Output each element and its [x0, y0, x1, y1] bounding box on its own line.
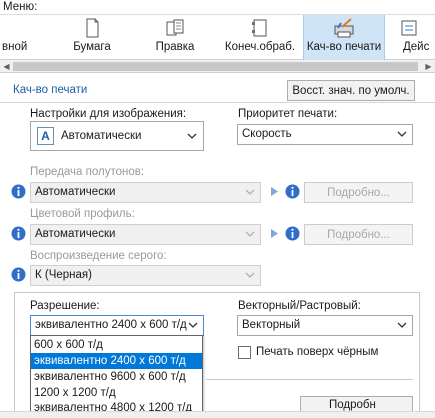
halftone-label: Передача полутонов: [30, 166, 145, 178]
resolution-value: эквивалентно 2400 x 600 т/д [35, 319, 187, 331]
tab-print-quality-label: Кач-во печати [306, 41, 382, 53]
resolution-option[interactable]: эквивалентно 9600 x 600 т/д [31, 369, 202, 385]
print-priority-select[interactable]: Скорость [237, 124, 413, 145]
edit-pages-icon [166, 19, 184, 36]
resolution-select[interactable]: эквивалентно 2400 x 600 т/д [30, 315, 204, 336]
color-profile-value: Автоматически [35, 228, 116, 240]
tab-finishing[interactable]: Конеч.обраб. [218, 15, 302, 60]
halftone-select[interactable]: Автоматически [30, 182, 261, 203]
print-over-black-label: Печать поверх чёрным [256, 346, 379, 358]
tab-edit[interactable]: Правка [140, 15, 210, 60]
resolution-dropdown-list: 600 x 600 т/д эквивалентно 2400 x 600 т/… [30, 335, 203, 416]
vector-raster-value: Векторный [242, 319, 301, 331]
tab-basic[interactable]: вной [0, 15, 40, 60]
resolution-option[interactable]: 1200 x 1200 т/д [31, 385, 202, 401]
gray-reproduction-label: Воспроизведение серого: [30, 250, 167, 262]
info-icon[interactable] [285, 226, 300, 241]
chevron-down-icon [245, 231, 255, 237]
chevron-down-icon [397, 322, 407, 328]
color-profile-select[interactable]: Автоматически [30, 224, 261, 245]
gray-reproduction-select[interactable]: К (Черная) [30, 265, 261, 286]
settings-tabbar: вной Бумага Правка Конеч.обраб. Кач-во п… [0, 14, 435, 60]
vector-raster-select[interactable]: Векторный [237, 315, 413, 336]
print-quality-icon [334, 18, 354, 38]
scrollbar-thumb[interactable] [13, 62, 418, 71]
info-icon[interactable] [11, 226, 26, 241]
info-icon[interactable] [285, 184, 300, 199]
tab-edit-label: Правка [155, 41, 195, 53]
halftone-details-button[interactable]: Подробно... [304, 182, 413, 203]
resolution-option[interactable]: 600 x 600 т/д [31, 337, 202, 353]
section-title: Кач-во печати [13, 84, 88, 96]
section-header: Кач-во печати Восст. знач. по умолч. [0, 78, 435, 103]
actions-icon [401, 20, 417, 36]
color-profile-label: Цветовой профиль: [30, 208, 135, 220]
play-arrow-icon [271, 187, 278, 196]
finishing-icon [252, 19, 267, 37]
tab-basic-label: вной [2, 41, 28, 53]
scroll-right-icon[interactable]: ▶ [422, 60, 435, 73]
chevron-down-icon [245, 189, 255, 195]
image-settings-a-icon: A [37, 127, 54, 145]
resolution-label: Разрешение: [30, 300, 100, 312]
tab-actions-label: Дейс [403, 41, 430, 53]
print-priority-label: Приоритет печати: [238, 108, 338, 120]
divider [206, 379, 413, 380]
paper-icon [86, 18, 99, 38]
menu-label: Меню: [3, 1, 38, 13]
gray-reproduction-value: К (Черная) [35, 269, 92, 281]
vector-raster-label: Векторный/Растровый: [238, 300, 361, 312]
color-profile-details-button[interactable]: Подробно... [304, 224, 413, 245]
image-settings-combo[interactable]: A Автоматически [30, 121, 204, 151]
tab-print-quality[interactable]: Кач-во печати [303, 15, 385, 60]
tab-actions[interactable]: Дейс [393, 15, 435, 60]
image-settings-label: Настройки для изображения: [30, 108, 187, 120]
resolution-option-selected[interactable]: эквивалентно 2400 x 600 т/д [31, 353, 202, 369]
chevron-down-icon [397, 131, 407, 137]
info-icon[interactable] [11, 184, 26, 199]
halftone-value: Автоматически [35, 186, 116, 198]
tab-paper[interactable]: Бумага [54, 15, 130, 60]
tab-finishing-label: Конеч.обраб. [224, 41, 296, 53]
restore-defaults-button[interactable]: Восст. знач. по умолч. [287, 80, 415, 101]
print-priority-value: Скорость [242, 128, 292, 140]
tab-paper-label: Бумага [73, 41, 111, 53]
scroll-left-icon[interactable]: ◀ [0, 60, 13, 73]
bottom-bar [0, 411, 435, 418]
chevron-down-icon [187, 133, 197, 139]
chevron-down-icon [188, 322, 198, 328]
tabs-horizontal-scrollbar[interactable]: ◀ ▶ [0, 60, 435, 73]
chevron-down-icon [245, 272, 255, 278]
image-settings-value: Автоматически [61, 130, 142, 142]
play-arrow-icon [271, 229, 278, 238]
print-over-black-checkbox[interactable] [238, 346, 251, 359]
info-icon[interactable] [11, 267, 26, 282]
